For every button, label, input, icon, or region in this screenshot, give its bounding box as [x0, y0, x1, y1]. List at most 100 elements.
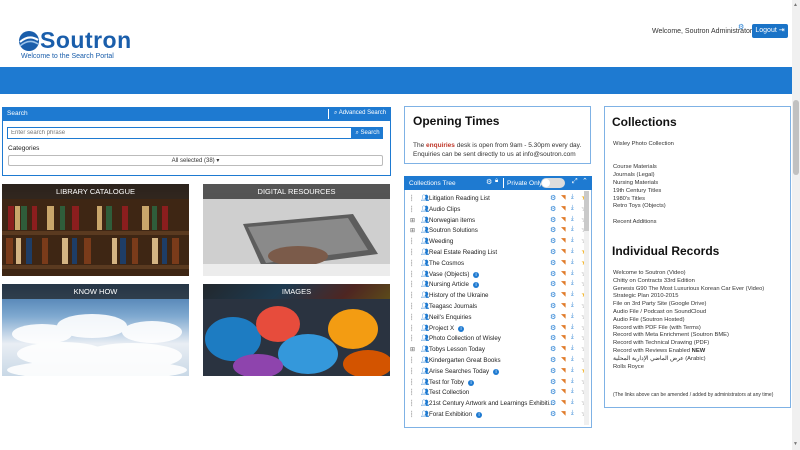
download-icon[interactable]: ⤓ [571, 345, 574, 352]
tree-row-label[interactable]: Arise Searches Today [429, 368, 489, 375]
tree-row-label[interactable]: The Cosmos [429, 260, 464, 267]
tree-row-label[interactable]: Litigation Reading List [429, 195, 490, 202]
gear-icon[interactable]: ⚙ [550, 270, 556, 278]
nav-advanced-search[interactable]: Advanced Search [490, 10, 553, 19]
chevron-up-icon[interactable]: ⌃ [582, 177, 588, 185]
tree-row-label[interactable]: Forat Exhibition [429, 411, 472, 418]
rss-icon[interactable]: ◥ [561, 226, 566, 233]
rss-icon[interactable]: ◥ [561, 291, 566, 298]
gear-icon[interactable]: ⚙ [550, 334, 556, 342]
gear-icon[interactable]: ⚙ [550, 226, 556, 234]
rss-icon[interactable]: ◥ [561, 356, 566, 363]
tree-scrollbar-thumb[interactable] [584, 191, 589, 231]
gear-icon[interactable]: ⚙ [550, 410, 556, 418]
download-icon[interactable]: ⤓ [571, 378, 574, 385]
info-icon[interactable]: i [473, 271, 479, 278]
download-icon[interactable]: ⤓ [571, 194, 574, 201]
record-link[interactable]: Chitty on Contracts 33rd Edition [613, 278, 788, 286]
info-icon[interactable]: i [476, 412, 482, 418]
tree-row[interactable]: ┆👥︎Teagasc Journals⚙◥⤓☆ [405, 301, 590, 312]
nav-brand[interactable]: Set Your Knowledge Free [10, 8, 130, 19]
tree-row[interactable]: ⊞👥︎Tobys Lesson Today⚙◥⤓☆ [405, 344, 590, 355]
tile-digital-resources[interactable]: DIGITAL RESOURCES [203, 184, 390, 276]
rss-icon[interactable]: ◥ [561, 270, 566, 277]
rss-icon[interactable]: ◥ [561, 410, 566, 417]
tree-row[interactable]: ┆👥︎Litigation Reading List⚙◥⤓★ [405, 193, 590, 204]
tree-row[interactable]: ┆👥︎History of the Ukraine⚙◥⤓★ [405, 290, 590, 301]
tree-row-label[interactable]: Kindergarten Great Books [429, 357, 501, 364]
collection-link[interactable]: Wisley Photo Collection [613, 141, 788, 149]
collection-link[interactable]: Retro Toys (Objects) [613, 203, 788, 211]
advanced-search-link[interactable]: ⌕ Advanced Search [334, 110, 386, 117]
tree-row-label[interactable]: History of the Ukraine [429, 292, 489, 299]
nav-settings[interactable]: Settings ▾ [378, 10, 412, 19]
info-icon[interactable]: i [458, 325, 464, 332]
record-link[interactable]: عرض الماضي الإدارية المحلية (Arabic) [613, 356, 788, 364]
tree-row[interactable]: ┆👥︎Test for Tobyi⚙◥⤓☆ [405, 377, 590, 388]
gear-icon[interactable]: ⚙ [550, 399, 556, 407]
tree-row-label[interactable]: Neil's Enquiries [429, 314, 471, 321]
record-link[interactable]: Record with Technical Drawing (PDF) [613, 340, 788, 348]
tree-row[interactable]: ┆ 👥︎ 21st Century Artwork and Learnings Ex… [405, 398, 590, 409]
tree-row[interactable]: ┆👥︎Vase (Objects)i⚙◥⤓☆ [405, 269, 590, 280]
record-link[interactable]: Genesis G90 The Most Luxurious Korean Ca… [613, 286, 788, 294]
nav-search-home[interactable]: Search Home [432, 10, 481, 19]
enquiries-link[interactable]: enquiries [426, 142, 455, 149]
gear-icon[interactable]: ⚙ [550, 216, 556, 224]
download-icon[interactable]: ⤓ [571, 237, 574, 244]
download-icon[interactable]: ⤓ [571, 280, 574, 287]
rss-icon[interactable]: ◥ [561, 237, 566, 244]
tree-row-label[interactable]: 21st Century Artwork and Learnings Exhib… [429, 400, 554, 407]
rss-icon[interactable]: ◥ [561, 205, 566, 212]
logo-text[interactable]: Soutron [40, 27, 132, 54]
rss-icon[interactable]: ◥ [561, 313, 566, 320]
gear-icon[interactable]: ⚙ [738, 23, 744, 31]
tree-row-label[interactable]: Audio Clips [429, 206, 460, 213]
gear-icon[interactable]: ⚙ [550, 356, 556, 364]
gear-icon[interactable]: ⚙ [550, 345, 556, 353]
tree-row[interactable]: ┆👥︎The Cosmos⚙◥⤓★ [405, 258, 590, 269]
rss-icon[interactable]: ◥ [561, 194, 566, 201]
download-icon[interactable]: ⤓ [571, 399, 574, 406]
gear-icon[interactable]: ⚙ [550, 302, 556, 310]
tree-row[interactable]: ┆👥︎Arise Searches Todayi⚙◥⤓★ [405, 366, 590, 377]
download-icon[interactable]: ⤓ [571, 205, 574, 212]
expand-toggle-icon[interactable]: ⊞ [410, 227, 415, 234]
gear-icon[interactable]: ⚙ [550, 194, 556, 202]
tree-row[interactable]: ┆👥︎Audio Clips⚙◥⤓☆ [405, 204, 590, 215]
record-link[interactable]: Audio File (Soutron Hosted) [613, 317, 788, 325]
download-icon[interactable]: ⤓ [571, 356, 574, 363]
tile-know-how[interactable]: KNOW HOW [2, 284, 189, 376]
tree-row[interactable]: ┆👥︎Forat Exhibitioni⚙◥⤓☆ [405, 409, 590, 420]
nav-my-account[interactable]: My Account [627, 10, 668, 19]
gear-icon[interactable]: ⚙ [550, 388, 556, 396]
gear-icon[interactable]: ⚙ [550, 324, 556, 332]
record-link[interactable]: File on 3rd Party Site (Google Drive) [613, 301, 788, 309]
tile-images[interactable]: IMAGES [203, 284, 390, 376]
rss-icon[interactable]: ◥ [561, 280, 566, 287]
tree-row-label[interactable]: Real Estate Reading List [429, 249, 497, 256]
info-icon[interactable]: i [468, 379, 474, 386]
download-icon[interactable]: ⤓ [571, 367, 574, 374]
expand-icon[interactable]: ⤢ [572, 178, 578, 186]
tree-row[interactable]: ┆👥︎Photo Collection of Wisley⚙◥⤓☆ [405, 333, 590, 344]
tree-row-label[interactable]: Project X [429, 325, 454, 332]
download-icon[interactable]: ⤓ [571, 388, 574, 395]
download-icon[interactable]: ⤓ [571, 324, 574, 331]
expand-toggle-icon[interactable]: ⊞ [410, 346, 415, 353]
collection-link[interactable]: Journals (Legal) [613, 172, 788, 180]
rss-icon[interactable]: ◥ [561, 302, 566, 309]
record-link[interactable]: Audio File / Podcast on SoundCloud [613, 309, 788, 317]
gear-icon[interactable]: ⚙ [486, 178, 492, 186]
nav-basket[interactable]: Basket (0) [679, 10, 715, 19]
tile-library-catalogue[interactable]: LIBRARY CATALOGUE [2, 184, 189, 276]
gear-icon[interactable]: ⚙ [550, 205, 556, 213]
lock-icon[interactable]: 🔒︎ [495, 178, 498, 185]
download-icon[interactable]: ⤓ [571, 270, 574, 277]
tree-row[interactable]: ┆👥︎Kindergarten Great Books⚙◥⤓☆ [405, 355, 590, 366]
download-icon[interactable]: ⤓ [571, 313, 574, 320]
collection-link[interactable]: 19th Century Titles [613, 188, 788, 196]
search-input[interactable] [7, 127, 352, 139]
download-icon[interactable]: ⤓ [571, 259, 574, 266]
tree-row[interactable]: ┆👥︎Real Estate Reading List⚙◥⤓★ [405, 247, 590, 258]
